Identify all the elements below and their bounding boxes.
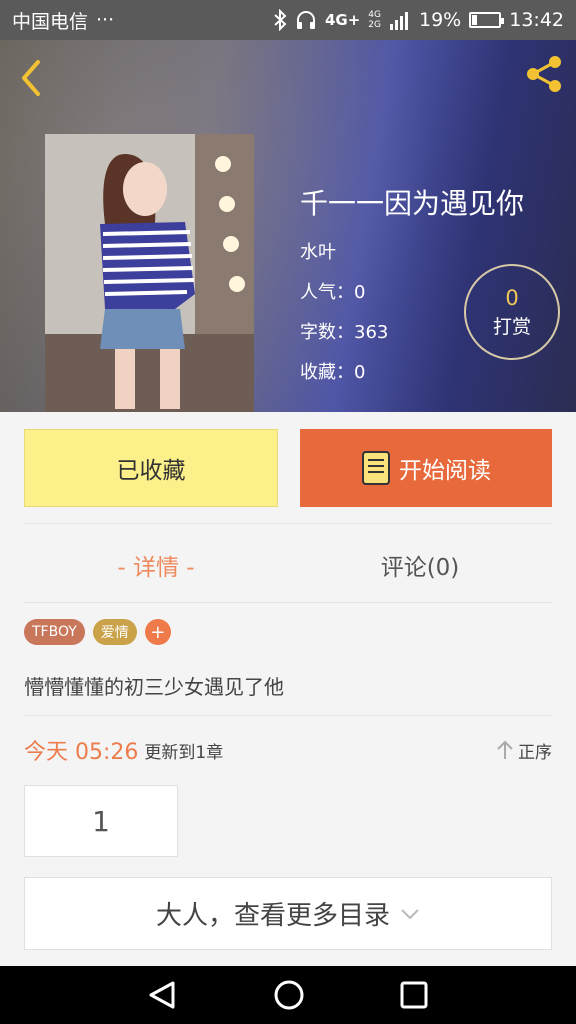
more-catalog-button[interactable]: 大人，查看更多目录 — [24, 877, 552, 950]
divider — [24, 523, 552, 524]
tab-comments[interactable]: 评论(0) — [288, 528, 552, 602]
book-header: 千一一因为遇见你 水叶 人气：0 字数：363 收藏：0 0 打赏 — [0, 40, 576, 412]
chevron-down-icon — [401, 908, 419, 919]
battery-icon — [469, 12, 505, 28]
tab-detail[interactable]: - 详情 - — [24, 528, 288, 602]
back-button[interactable] — [16, 58, 46, 98]
network-secondary: 4G 2G — [368, 10, 381, 30]
favorites-stat: 收藏：0 — [300, 362, 366, 383]
status-dots: ··· — [96, 9, 115, 31]
tag-love[interactable]: 爱情 — [92, 619, 137, 645]
divider — [24, 602, 552, 603]
book-icon — [362, 451, 390, 485]
chapter-item[interactable]: 1 — [24, 785, 178, 857]
headphones-icon — [296, 11, 315, 29]
action-buttons: 已收藏 开始阅读 — [24, 429, 552, 507]
carrier-name: 中国电信 — [12, 10, 89, 33]
signal-icon — [390, 12, 408, 30]
add-tag-button[interactable]: + — [144, 619, 171, 645]
sort-order-button[interactable]: 正序 — [496, 738, 552, 763]
network-type: 4G+ — [324, 11, 361, 29]
update-info: 今天 05:26 更新到1章 正序 — [24, 734, 552, 766]
update-time: 今天 05:26 — [24, 740, 139, 765]
nav-back-icon[interactable] — [147, 979, 179, 1011]
arrow-up-icon — [497, 740, 513, 759]
tip-label: 打赏 — [492, 315, 531, 338]
book-description: 懵懵懂懂的初三少女遇见了他 — [24, 675, 284, 699]
battery-percent: 19% — [419, 9, 462, 31]
sort-order-label: 正序 — [518, 742, 552, 763]
system-nav-bar — [0, 966, 576, 1024]
start-reading-button[interactable]: 开始阅读 — [300, 429, 552, 507]
chevron-left-icon — [22, 60, 40, 96]
book-cover — [45, 134, 254, 412]
tag-list: TFBOY 爱情 + — [24, 619, 171, 645]
share-icon — [527, 56, 561, 92]
tip-button[interactable]: 0 打赏 — [464, 264, 560, 360]
collected-label: 已收藏 — [116, 458, 186, 484]
tab-bar: - 详情 - 评论(0) — [24, 528, 552, 602]
more-catalog-label: 大人，查看更多目录 — [155, 901, 390, 931]
bluetooth-icon — [274, 9, 287, 31]
divider — [24, 715, 552, 716]
tag-tfboy[interactable]: TFBOY — [24, 619, 85, 645]
chapter-number: 1 — [92, 804, 110, 838]
book-title: 千一一因为遇见你 — [300, 187, 525, 220]
nav-home-icon[interactable] — [273, 979, 305, 1011]
status-bar: 中国电信 ··· 4G+ 4G 2G 19% 13:42 — [0, 0, 576, 40]
update-text: 更新到1章 — [144, 742, 224, 763]
collected-button[interactable]: 已收藏 — [24, 429, 278, 507]
book-author[interactable]: 水叶 — [300, 238, 524, 264]
share-button[interactable] — [524, 54, 564, 94]
start-reading-label: 开始阅读 — [399, 458, 491, 484]
nav-recents-icon[interactable] — [399, 980, 429, 1010]
tip-count: 0 — [505, 285, 519, 310]
clock: 13:42 — [509, 9, 564, 31]
